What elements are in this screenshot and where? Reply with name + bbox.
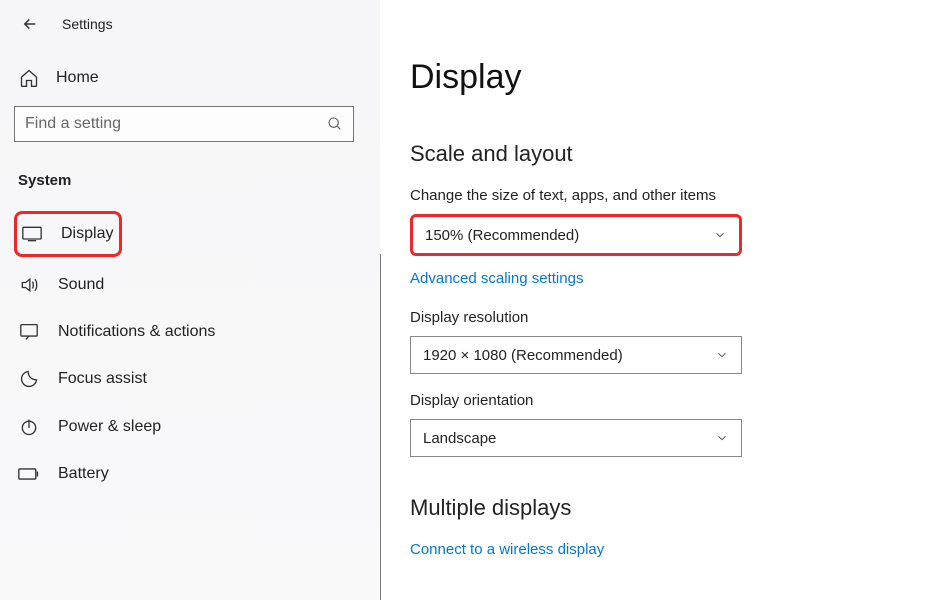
resolution-label: Display resolution	[410, 309, 910, 326]
header-row: Settings	[14, 10, 366, 58]
connect-wireless-link[interactable]: Connect to a wireless display	[410, 541, 604, 558]
main-content: Display Scale and layout Change the size…	[410, 58, 910, 580]
power-icon	[18, 417, 40, 437]
section-multiple-heading: Multiple displays	[410, 495, 910, 521]
search-icon	[327, 116, 343, 132]
sidebar-item-label: Sound	[58, 276, 104, 294]
sidebar-item-battery[interactable]: Battery	[14, 451, 366, 497]
scale-label: Change the size of text, apps, and other…	[410, 187, 910, 204]
home-nav[interactable]: Home	[14, 58, 366, 106]
sidebar-item-focus-assist[interactable]: Focus assist	[14, 355, 366, 403]
sound-icon	[18, 275, 40, 295]
orientation-dropdown[interactable]: Landscape	[410, 419, 742, 457]
sidebar-item-display[interactable]: Display	[14, 211, 122, 257]
section-scale-heading: Scale and layout	[410, 141, 910, 167]
battery-icon	[18, 467, 40, 481]
orientation-label: Display orientation	[410, 392, 910, 409]
home-icon	[18, 68, 40, 88]
focus-assist-icon	[18, 369, 40, 389]
scale-dropdown[interactable]: 150% (Recommended)	[410, 214, 742, 256]
sidebar-item-notifications[interactable]: Notifications & actions	[14, 309, 366, 355]
app-title: Settings	[62, 16, 113, 32]
orientation-value: Landscape	[423, 430, 496, 447]
sidebar-item-label: Power & sleep	[58, 418, 161, 436]
sidebar-item-sound[interactable]: Sound	[14, 261, 366, 309]
chevron-down-icon	[715, 348, 729, 362]
sidebar-item-label: Display	[61, 225, 113, 243]
sidebar: Settings Home System Display Sound Notif…	[0, 0, 380, 600]
sidebar-item-label: Focus assist	[58, 370, 147, 388]
resolution-dropdown[interactable]: 1920 × 1080 (Recommended)	[410, 336, 742, 374]
resolution-value: 1920 × 1080 (Recommended)	[423, 347, 623, 364]
display-icon	[21, 226, 43, 242]
scale-value: 150% (Recommended)	[425, 227, 579, 244]
back-arrow-icon	[21, 15, 39, 33]
divider	[380, 254, 381, 600]
sidebar-item-label: Battery	[58, 465, 109, 483]
sidebar-item-power[interactable]: Power & sleep	[14, 403, 366, 451]
back-button[interactable]	[20, 14, 40, 34]
search-box[interactable]	[14, 106, 354, 142]
advanced-scaling-link[interactable]: Advanced scaling settings	[410, 270, 583, 287]
page-title: Display	[410, 58, 910, 97]
sidebar-item-label: Notifications & actions	[58, 323, 215, 341]
search-input[interactable]	[25, 115, 327, 133]
chevron-down-icon	[713, 228, 727, 242]
notifications-icon	[18, 323, 40, 341]
home-label: Home	[56, 69, 99, 87]
section-label: System	[14, 168, 366, 207]
chevron-down-icon	[715, 431, 729, 445]
